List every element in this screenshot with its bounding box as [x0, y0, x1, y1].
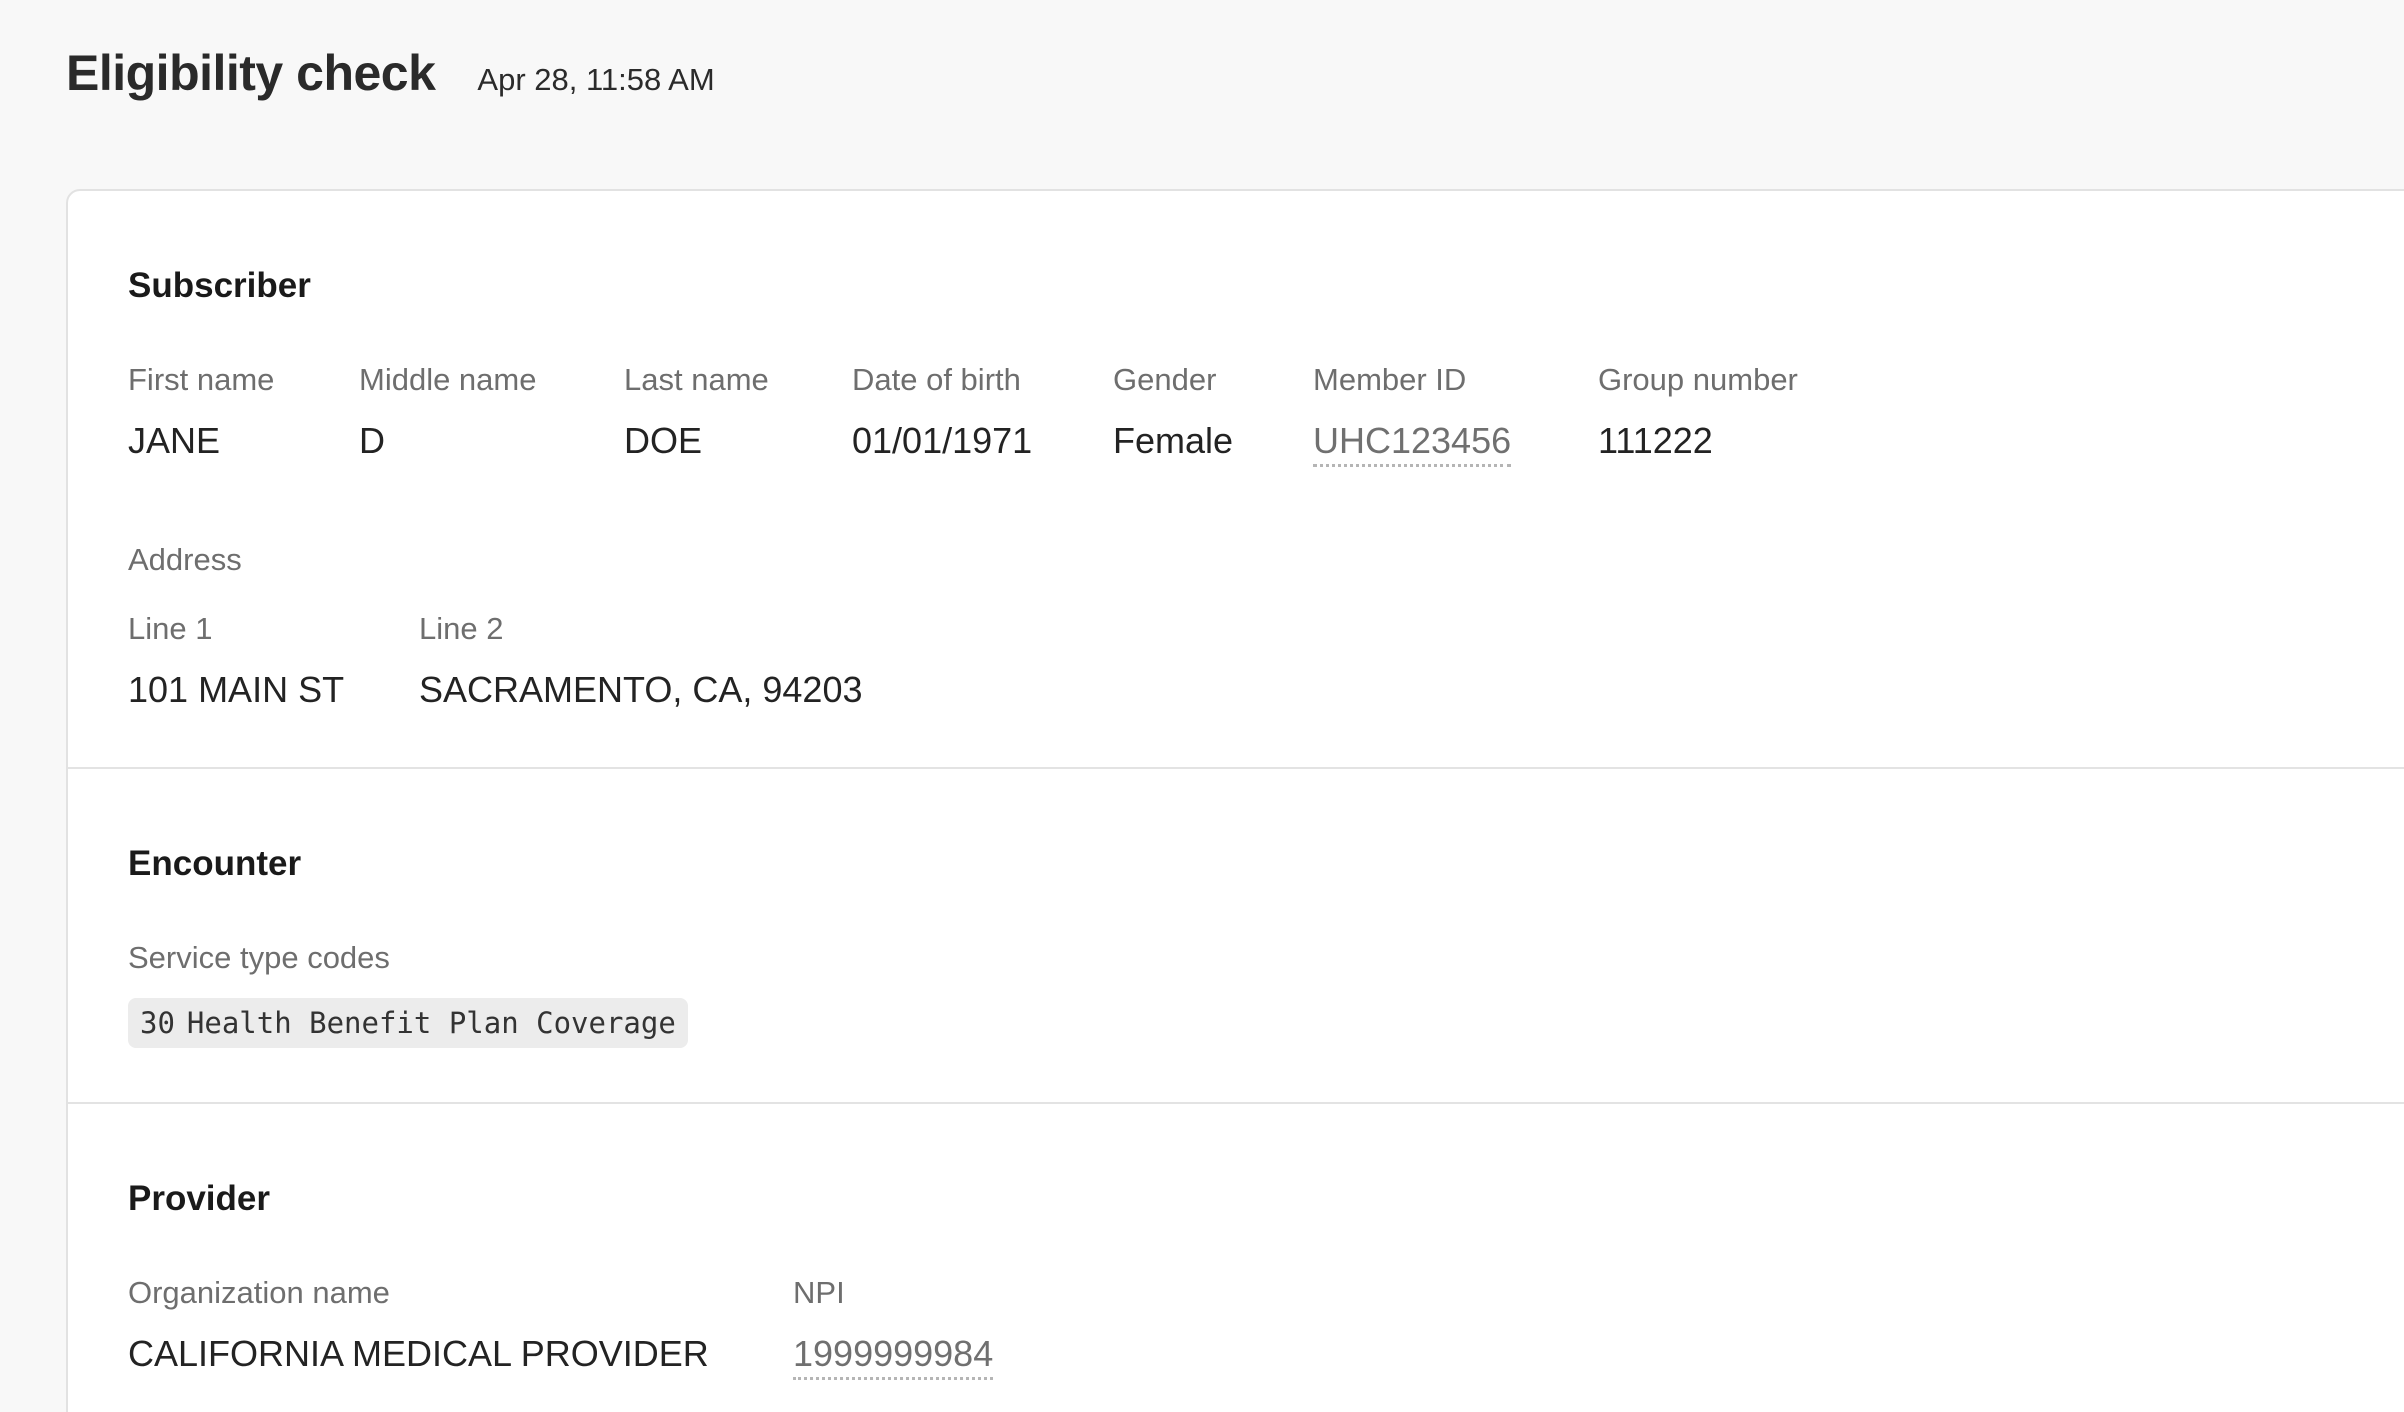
eligibility-check-page: Eligibility check Apr 28, 11:58 AM Subsc…	[0, 0, 2404, 1412]
service-type-description: Health Benefit Plan Coverage	[186, 1006, 676, 1040]
middle-name-label: Middle name	[359, 362, 537, 397]
organization-name-label: Organization name	[128, 1275, 390, 1310]
address-line2-field: Line 2 SACRAMENTO, CA, 94203	[419, 611, 863, 711]
last-name-value: DOE	[624, 420, 703, 461]
member-id-label: Member ID	[1313, 362, 1467, 397]
organization-name-value: CALIFORNIA MEDICAL PROVIDER	[128, 1333, 709, 1374]
eligibility-card: Subscriber First name JANE Middle name D…	[66, 189, 2404, 1412]
date-of-birth-label: Date of birth	[852, 362, 1021, 397]
npi-link[interactable]: 1999999984	[793, 1333, 994, 1380]
date-of-birth-field: Date of birth 01/01/1971	[852, 362, 1032, 462]
check-timestamp: Apr 28, 11:58 AM	[477, 62, 715, 97]
address-group-label: Address	[128, 542, 242, 577]
first-name-value: JANE	[128, 420, 221, 461]
encounter-section-title: Encounter	[128, 844, 302, 883]
gender-field: Gender Female	[1113, 362, 1233, 462]
subscriber-section-title: Subscriber	[128, 266, 311, 305]
provider-section-title: Provider	[128, 1179, 270, 1218]
member-id-field: Member ID UHC123456	[1313, 362, 1512, 467]
address-line2-label: Line 2	[419, 611, 504, 646]
provider-section: Provider Organization name CALIFORNIA ME…	[68, 1104, 2404, 1412]
page-header: Eligibility check Apr 28, 11:58 AM	[66, 44, 715, 102]
address-line1-field: Line 1 101 MAIN ST	[128, 611, 344, 711]
address-line2-value: SACRAMENTO, CA, 94203	[419, 669, 863, 710]
npi-field: NPI 1999999984	[793, 1275, 994, 1380]
gender-value: Female	[1113, 420, 1234, 461]
first-name-label: First name	[128, 362, 275, 397]
subscriber-section: Subscriber First name JANE Middle name D…	[68, 191, 2404, 769]
middle-name-field: Middle name D	[359, 362, 536, 462]
last-name-label: Last name	[624, 362, 769, 397]
member-id-link[interactable]: UHC123456	[1313, 420, 1512, 467]
last-name-field: Last name DOE	[624, 362, 769, 462]
organization-name-field: Organization name CALIFORNIA MEDICAL PRO…	[128, 1275, 709, 1375]
service-type-code-chip: 30 Health Benefit Plan Coverage	[128, 998, 688, 1048]
service-type-codes-label: Service type codes	[128, 940, 390, 975]
service-type-code: 30	[140, 1006, 175, 1040]
group-number-label: Group number	[1598, 362, 1798, 397]
group-number-field: Group number 111222	[1598, 362, 1798, 462]
address-line1-label: Line 1	[128, 611, 213, 646]
page-title: Eligibility check	[66, 45, 436, 101]
middle-name-value: D	[359, 420, 385, 461]
address-line1-value: 101 MAIN ST	[128, 669, 345, 710]
date-of-birth-value: 01/01/1971	[852, 420, 1033, 461]
gender-label: Gender	[1113, 362, 1217, 397]
npi-label: NPI	[793, 1275, 845, 1310]
first-name-field: First name JANE	[128, 362, 274, 462]
group-number-value: 111222	[1598, 420, 1713, 461]
encounter-section: Encounter Service type codes 30 Health B…	[68, 769, 2404, 1104]
